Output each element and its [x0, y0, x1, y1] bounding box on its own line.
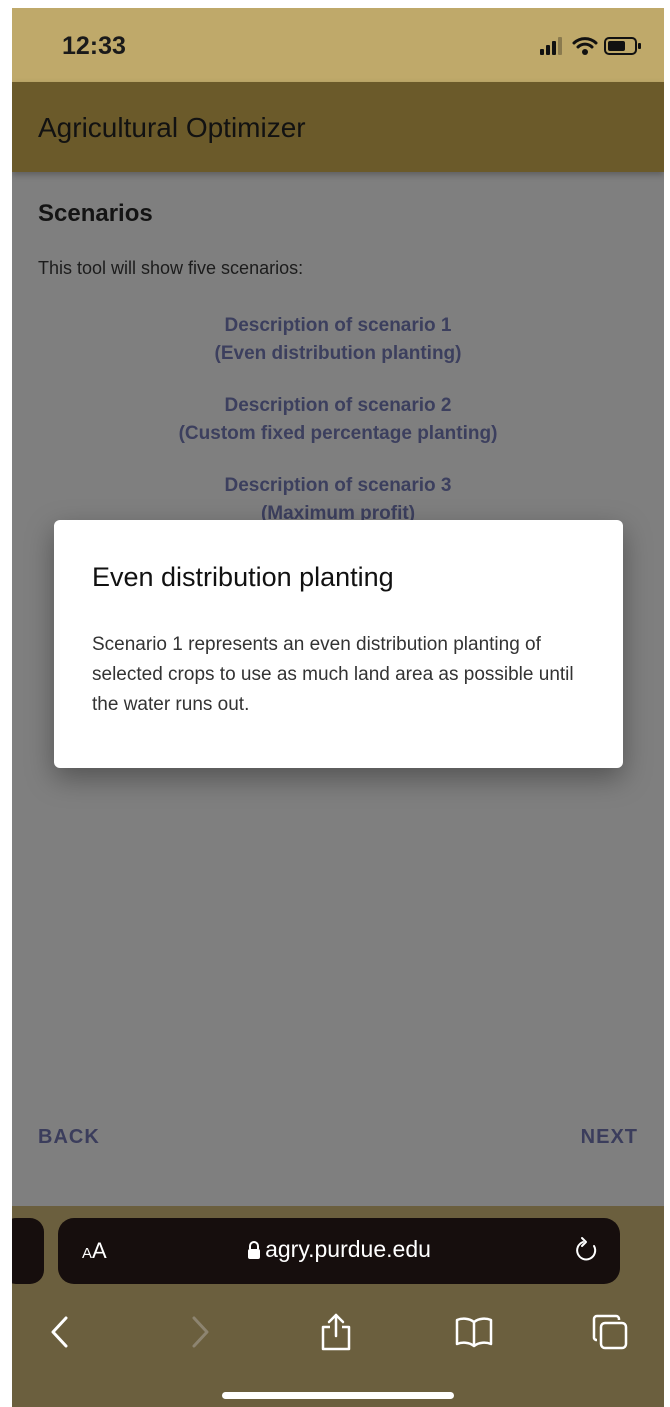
dialog-title: Even distribution planting: [92, 562, 394, 592]
reload-icon[interactable]: [574, 1236, 600, 1264]
url-display[interactable]: agry.purdue.edu: [58, 1236, 620, 1263]
status-bar: 12:33: [12, 8, 664, 82]
status-icons: [540, 36, 642, 56]
previous-tab-stub[interactable]: [12, 1218, 44, 1284]
scenario-2-description: Description of scenario 2: [224, 395, 452, 416]
scenario-1-subtitle: (Even distribution planting): [214, 343, 462, 364]
scenario-1-description: Description of scenario 1: [224, 315, 452, 336]
chevron-right-icon: [192, 1316, 209, 1348]
lock-icon: [248, 1241, 261, 1259]
browser-toolbar: AA agry.purdue.edu: [12, 1206, 664, 1407]
url-text: agry.purdue.edu: [265, 1236, 431, 1262]
app-title: Agricultural Optimizer: [38, 112, 306, 143]
browser-back-button[interactable]: [38, 1310, 82, 1354]
scenario-info-dialog[interactable]: Even distribution planting Scenario 1 re…: [54, 520, 623, 768]
scenario-2-link[interactable]: Description of scenario 2 (Custom fixed …: [12, 392, 664, 448]
scenarios-intro: This tool will show five scenarios:: [38, 258, 304, 278]
tabs-button[interactable]: [588, 1310, 632, 1354]
book-icon: [455, 1317, 493, 1348]
home-indicator[interactable]: [222, 1392, 454, 1399]
back-button[interactable]: BACK: [38, 1126, 100, 1149]
status-time: 12:33: [62, 32, 126, 60]
browser-forward-button[interactable]: [178, 1310, 222, 1354]
bookmarks-button[interactable]: [452, 1310, 496, 1354]
scenarios-heading: Scenarios: [38, 200, 153, 227]
tabs-icon: [592, 1314, 628, 1350]
chevron-left-icon: [51, 1316, 68, 1348]
share-icon: [321, 1313, 351, 1351]
next-button[interactable]: NEXT: [581, 1126, 638, 1149]
scenario-2-subtitle: (Custom fixed percentage planting): [178, 423, 498, 444]
scenario-3-description: Description of scenario 3: [224, 475, 452, 496]
cellular-signal-icon: [540, 37, 562, 55]
app-bar: Agricultural Optimizer: [12, 82, 664, 172]
scenario-1-link[interactable]: Description of scenario 1 (Even distribu…: [12, 312, 664, 368]
share-button[interactable]: [314, 1310, 358, 1354]
phone-screen: 12:33 Agricultural Optimizer Scenarios T…: [12, 8, 664, 1407]
wifi-icon: [572, 37, 598, 55]
battery-icon: [604, 37, 641, 55]
dialog-body: Scenario 1 represents an even distributi…: [92, 634, 574, 715]
address-bar[interactable]: AA agry.purdue.edu: [58, 1218, 620, 1284]
